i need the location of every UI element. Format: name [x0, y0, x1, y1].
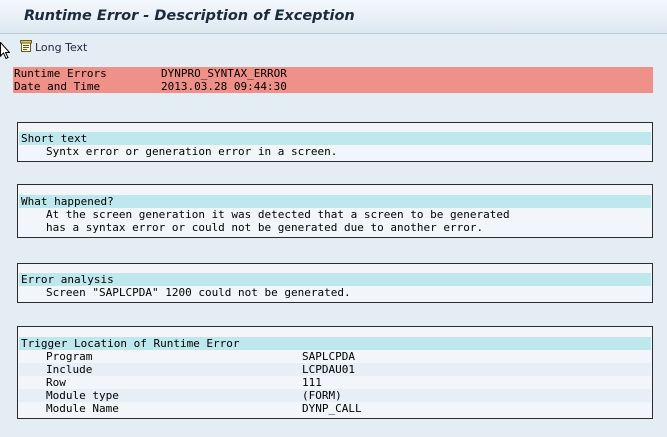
section-header: Short text — [19, 132, 651, 145]
mouse-pointer-icon — [0, 41, 11, 64]
date-time-value: 2013.03.28 09:44:30 — [161, 80, 287, 93]
trigger-program-label: Program — [46, 350, 93, 363]
title-bar: Runtime Error - Description of Exception — [0, 0, 667, 34]
trigger-row-value: 111 — [302, 376, 322, 389]
trigger-location-heading: Trigger Location of Runtime Error — [21, 337, 240, 350]
table-row: Program SAPLCPDA — [19, 350, 651, 363]
date-time-row: Date and Time 2013.03.28 09:44:30 — [13, 80, 653, 93]
what-happened-section: What happened? At the screen generation … — [17, 184, 653, 238]
section-header: What happened? — [19, 195, 651, 208]
application-toolbar: Long Text — [0, 34, 667, 60]
error-analysis-line: Screen "SAPLCPDA" 1200 could not be gene… — [46, 286, 351, 299]
section-header: Trigger Location of Runtime Error — [19, 337, 651, 350]
table-row: Module Name DYNP_CALL — [19, 402, 651, 415]
trigger-module-type-label: Module type — [46, 389, 119, 402]
error-analysis-section: Error analysis Screen "SAPLCPDA" 1200 co… — [17, 263, 653, 303]
long-text-label: Long Text — [35, 40, 88, 54]
trigger-module-type-value: (FORM) — [302, 389, 342, 402]
trigger-row-label: Row — [46, 376, 66, 389]
window-title: Runtime Error - Description of Exception — [24, 8, 355, 24]
runtime-errors-label: Runtime Errors — [14, 67, 107, 80]
trigger-location-section: Trigger Location of Runtime Error Progra… — [17, 326, 653, 419]
trigger-include-value: LCPDAU01 — [302, 363, 355, 376]
table-row: Include LCPDAU01 — [19, 363, 651, 376]
what-happened-line: has a syntax error or could not be gener… — [46, 221, 484, 234]
short-text-heading: Short text — [21, 132, 88, 145]
runtime-errors-row: Runtime Errors DYNPRO_SYNTAX_ERROR — [13, 67, 653, 80]
table-row: Row 111 — [19, 376, 651, 389]
short-text-line: Syntx error or generation error in a scr… — [46, 145, 338, 158]
trigger-module-name-label: Module Name — [46, 402, 119, 415]
what-happened-heading: What happened? — [21, 195, 114, 208]
short-text-section: Short text Syntx error or generation err… — [17, 122, 653, 162]
runtime-errors-value: DYNPRO_SYNTAX_ERROR — [161, 67, 287, 80]
long-text-icon — [20, 38, 33, 57]
long-text-button[interactable]: Long Text — [20, 39, 87, 55]
what-happened-line: At the screen generation it was detected… — [46, 208, 510, 221]
trigger-program-value: SAPLCPDA — [302, 350, 355, 363]
table-row: Module type (FORM) — [19, 389, 651, 402]
section-header: Error analysis — [19, 273, 651, 286]
trigger-module-name-value: DYNP_CALL — [302, 402, 362, 415]
date-time-label: Date and Time — [14, 80, 101, 93]
runtime-error-header: Runtime Errors DYNPRO_SYNTAX_ERROR Date … — [13, 67, 653, 93]
error-analysis-heading: Error analysis — [21, 273, 114, 286]
trigger-include-label: Include — [46, 363, 93, 376]
